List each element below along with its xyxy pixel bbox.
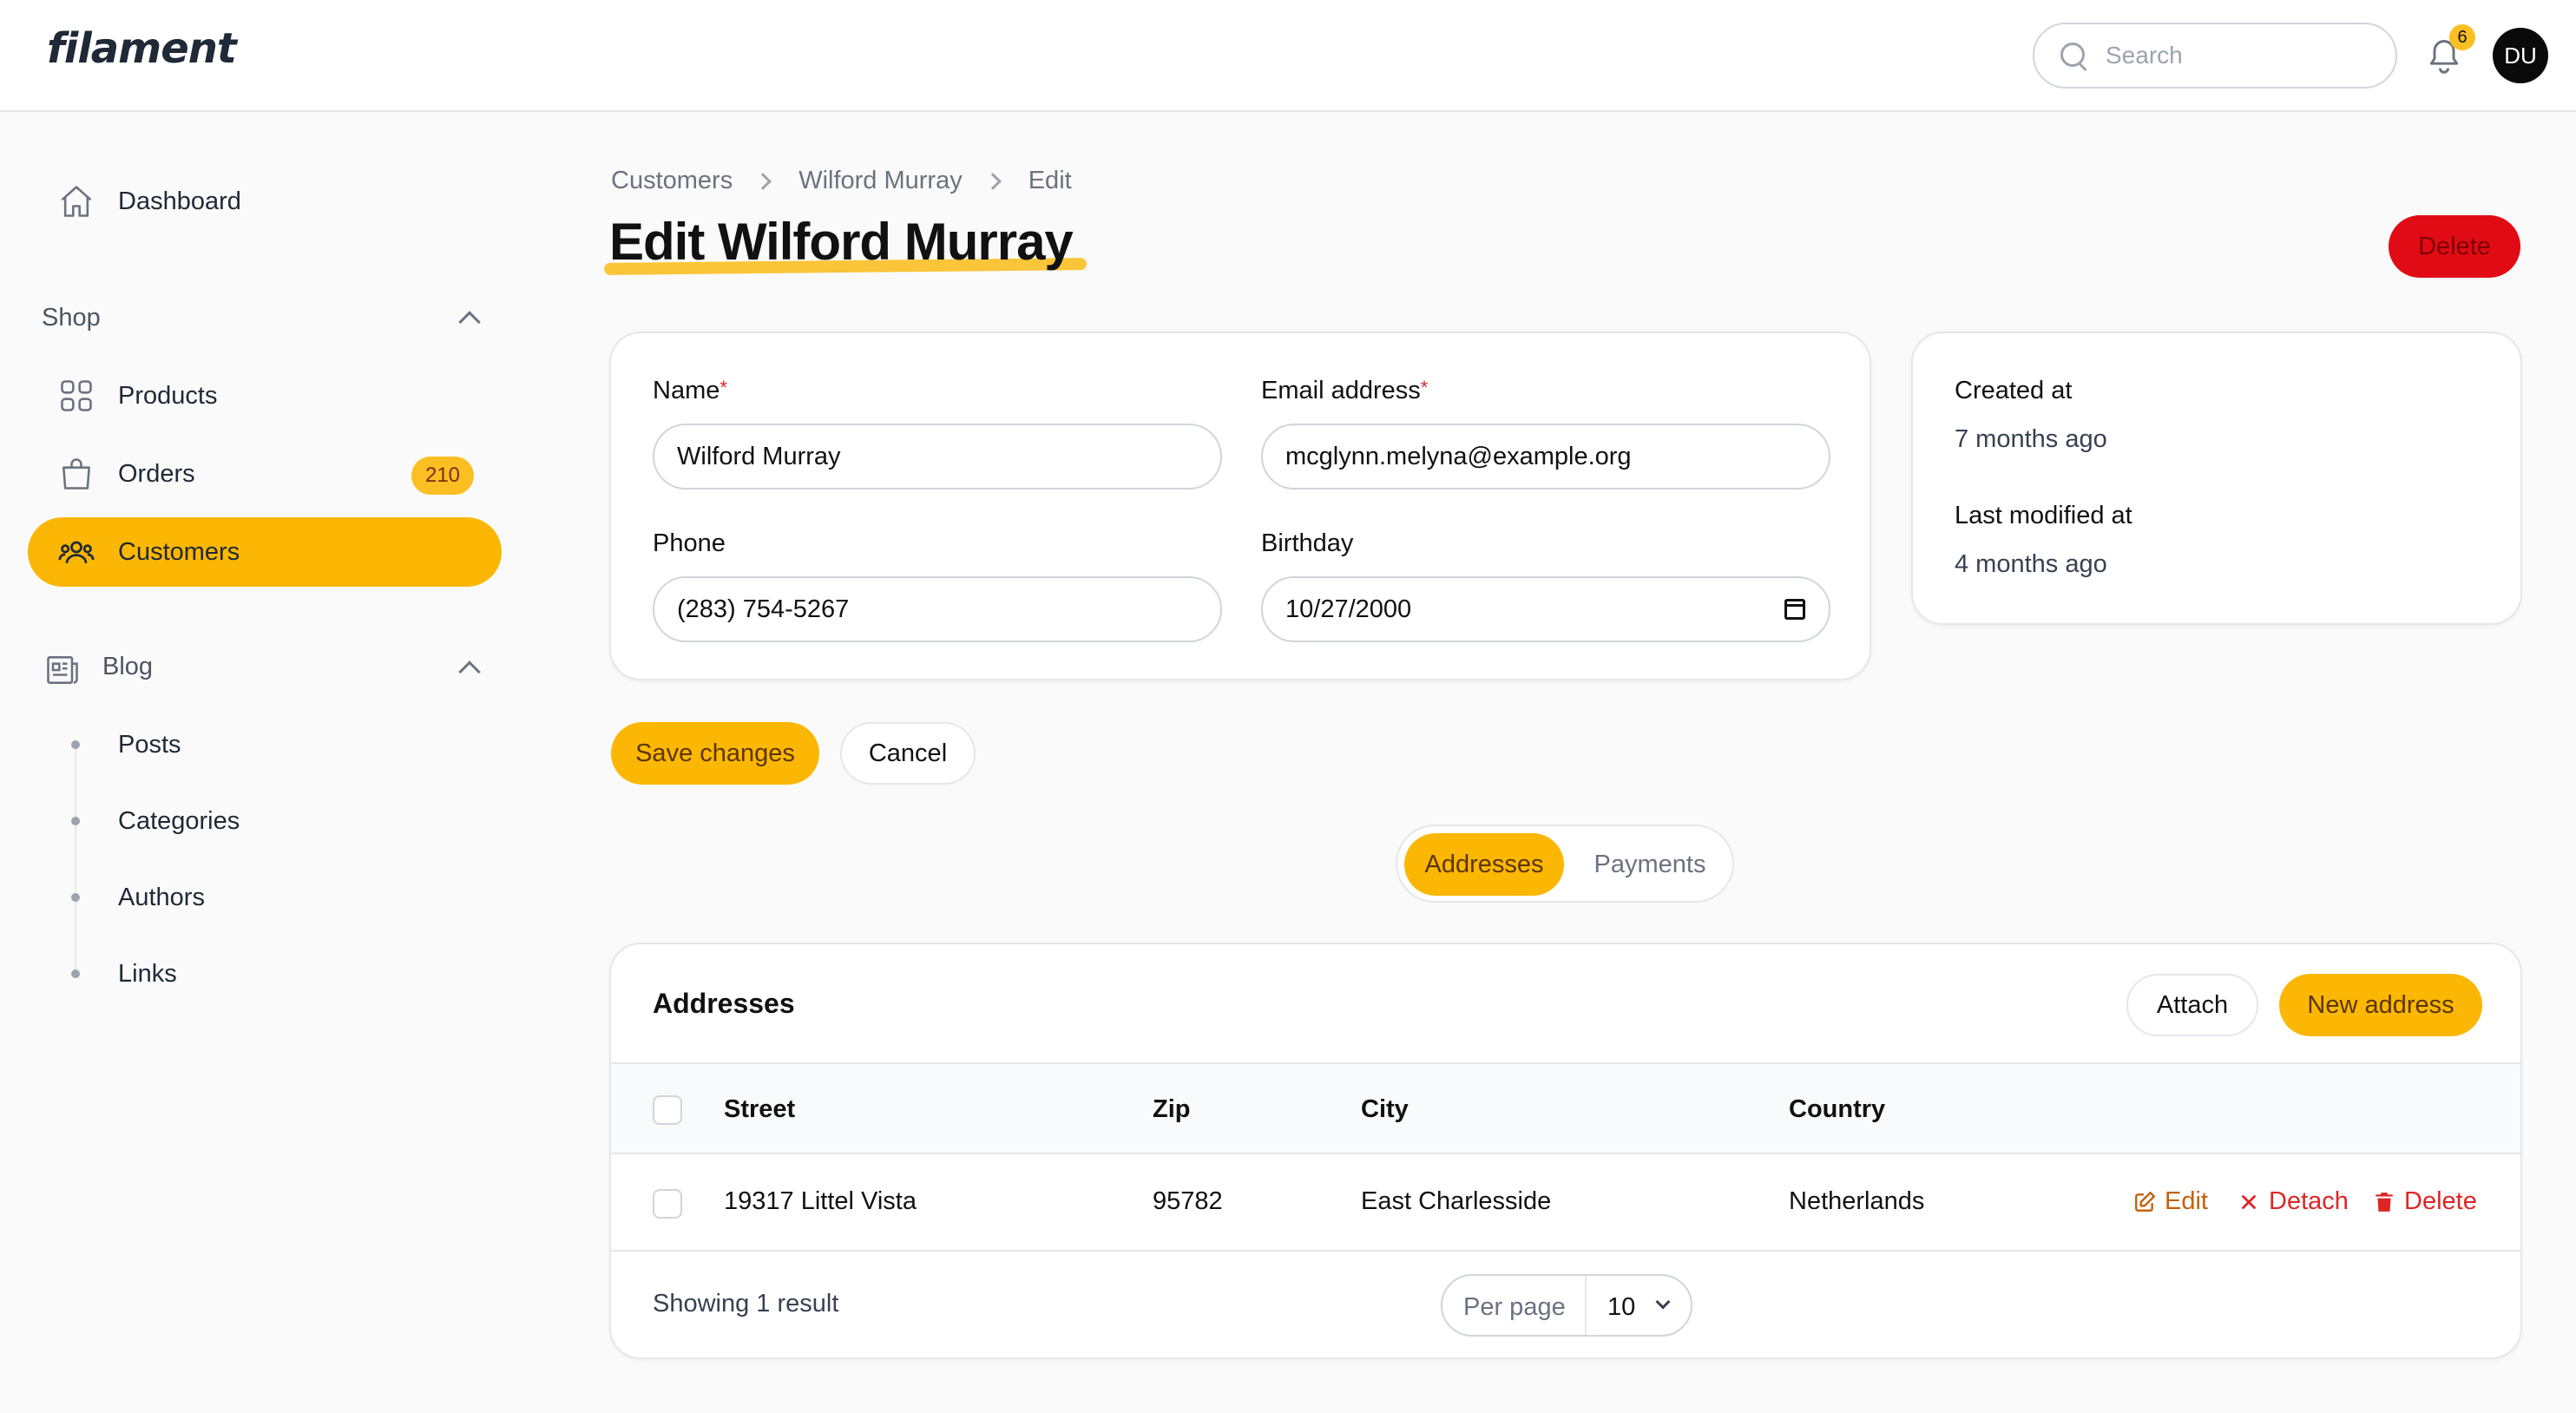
trash-icon bbox=[2376, 1192, 2393, 1212]
sidebar-group-shop[interactable]: Shop bbox=[42, 304, 101, 332]
tab-payments[interactable]: Payments bbox=[1576, 833, 1724, 896]
sidebar-item-dashboard[interactable]: Dashboard bbox=[28, 167, 502, 236]
new-address-button[interactable]: New address bbox=[2279, 974, 2482, 1036]
sidebar-item-links[interactable]: Links bbox=[118, 960, 177, 989]
tab-addresses[interactable]: Addresses bbox=[1404, 833, 1564, 896]
per-page-value[interactable]: 10 bbox=[1607, 1293, 1635, 1322]
column-country[interactable]: Country bbox=[1789, 1095, 1885, 1124]
breadcrumb-customers[interactable]: Customers bbox=[611, 167, 733, 195]
relation-tabs: Addresses Payments bbox=[1396, 825, 1734, 903]
cell-country: Netherlands bbox=[1789, 1187, 1925, 1215]
breadcrumb-edit: Edit bbox=[1028, 167, 1072, 194]
row-delete-action[interactable]: Delete bbox=[2373, 1187, 2477, 1216]
created-at-value: 7 months ago bbox=[1955, 425, 2107, 453]
row-edit-label: Edit bbox=[2165, 1187, 2208, 1215]
cancel-button[interactable]: Cancel bbox=[840, 722, 976, 785]
search-icon bbox=[2059, 41, 2088, 70]
pencil-square-icon bbox=[2135, 1191, 2156, 1212]
divider bbox=[1585, 1276, 1587, 1335]
save-changes-button[interactable]: Save changes bbox=[611, 722, 819, 785]
sidebar-item-label: Customers bbox=[118, 537, 240, 566]
row-checkbox[interactable] bbox=[653, 1189, 682, 1219]
sidebar-item-label: Orders bbox=[118, 459, 195, 488]
sidebar-group-blog[interactable]: Blog bbox=[102, 653, 153, 681]
delete-button[interactable]: Delete bbox=[2389, 215, 2520, 278]
cell-zip: 95782 bbox=[1153, 1187, 1223, 1215]
bullet-icon bbox=[71, 969, 80, 978]
calendar-icon[interactable] bbox=[1784, 599, 1805, 620]
x-mark-icon bbox=[2242, 1194, 2256, 1209]
select-all-checkbox[interactable] bbox=[653, 1095, 682, 1125]
sidebar-item-customers[interactable]: Customers bbox=[28, 517, 502, 587]
chevron-up-icon[interactable] bbox=[458, 660, 481, 683]
name-label: Name* bbox=[653, 377, 727, 405]
sidebar-item-categories[interactable]: Categories bbox=[118, 807, 240, 836]
chevron-down-icon[interactable] bbox=[1655, 1294, 1671, 1310]
notification-count-badge: 6 bbox=[2449, 24, 2475, 50]
email-label-text: Email address bbox=[1261, 377, 1421, 404]
table-heading: Addresses bbox=[653, 988, 795, 1019]
chevron-right-icon bbox=[983, 172, 1002, 190]
sidebar-item-orders[interactable]: Orders 210 bbox=[28, 439, 502, 509]
grid-icon bbox=[57, 377, 95, 415]
row-delete-label: Delete bbox=[2404, 1187, 2477, 1215]
shopping-bag-icon bbox=[57, 455, 95, 493]
created-at-label: Created at bbox=[1955, 377, 2073, 404]
bullet-icon bbox=[71, 740, 80, 749]
per-page-select[interactable]: Per page 10 bbox=[1441, 1274, 1692, 1337]
cell-city: East Charlesside bbox=[1361, 1187, 1552, 1215]
birthday-label: Birthday bbox=[1261, 529, 1354, 557]
page-title: Edit Wilford Murray bbox=[609, 213, 1074, 271]
sidebar-item-posts[interactable]: Posts bbox=[118, 731, 181, 759]
column-street[interactable]: Street bbox=[724, 1095, 795, 1124]
table-row: 19317 Littel Vista 95782 East Charlessid… bbox=[611, 1154, 2520, 1252]
sidebar-item-products[interactable]: Products bbox=[28, 361, 502, 430]
user-avatar[interactable]: DU bbox=[2493, 28, 2548, 83]
top-bar: filament 6 DU bbox=[0, 0, 2576, 112]
customer-form: Name* Email address* Phone Birthday bbox=[609, 332, 1871, 680]
phone-field[interactable] bbox=[653, 576, 1222, 642]
newspaper-icon bbox=[43, 651, 82, 689]
global-search[interactable] bbox=[2033, 23, 2397, 89]
sidebar-item-label: Dashboard bbox=[118, 187, 241, 215]
birthday-field[interactable] bbox=[1261, 576, 1830, 642]
orders-count-badge: 210 bbox=[411, 457, 474, 495]
required-mark: * bbox=[720, 377, 727, 398]
modified-at-label: Last modified at bbox=[1955, 502, 2132, 529]
breadcrumb-customer[interactable]: Wilford Murray bbox=[798, 167, 963, 195]
chevron-up-icon[interactable] bbox=[458, 311, 481, 333]
users-icon bbox=[57, 533, 95, 571]
bullet-icon bbox=[71, 817, 80, 825]
record-meta-card: Created at 7 months ago Last modified at… bbox=[1911, 332, 2522, 625]
result-count: Showing 1 result bbox=[653, 1290, 839, 1318]
cell-street: 19317 Littel Vista bbox=[724, 1187, 917, 1215]
breadcrumb: Customers Wilford Murray Edit bbox=[611, 167, 1072, 195]
addresses-table-card: Addresses Attach New address Street Zip … bbox=[609, 943, 2522, 1359]
table-header: Street Zip City Country bbox=[611, 1062, 2520, 1154]
blog-tree-line bbox=[75, 745, 76, 976]
sidebar-item-authors[interactable]: Authors bbox=[118, 884, 205, 912]
column-zip[interactable]: Zip bbox=[1153, 1095, 1191, 1124]
home-icon bbox=[57, 182, 95, 220]
column-city[interactable]: City bbox=[1361, 1095, 1409, 1124]
row-detach-label: Detach bbox=[2269, 1187, 2349, 1215]
email-field[interactable] bbox=[1261, 424, 1830, 490]
name-label-text: Name bbox=[653, 377, 720, 404]
brand-logo[interactable]: filament bbox=[47, 24, 237, 73]
required-mark: * bbox=[1420, 377, 1429, 398]
name-field[interactable] bbox=[653, 424, 1222, 490]
row-detach-action[interactable]: Detach bbox=[2238, 1187, 2349, 1216]
attach-button[interactable]: Attach bbox=[2126, 974, 2258, 1036]
email-label: Email address* bbox=[1261, 377, 1428, 405]
sidebar-item-label: Products bbox=[118, 381, 218, 410]
per-page-label: Per page bbox=[1463, 1293, 1566, 1321]
row-edit-action[interactable]: Edit bbox=[2133, 1187, 2208, 1216]
phone-label: Phone bbox=[653, 529, 726, 557]
chevron-right-icon bbox=[754, 172, 772, 190]
search-input[interactable] bbox=[2106, 42, 2366, 69]
modified-at-value: 4 months ago bbox=[1955, 550, 2107, 578]
bullet-icon bbox=[71, 893, 80, 902]
